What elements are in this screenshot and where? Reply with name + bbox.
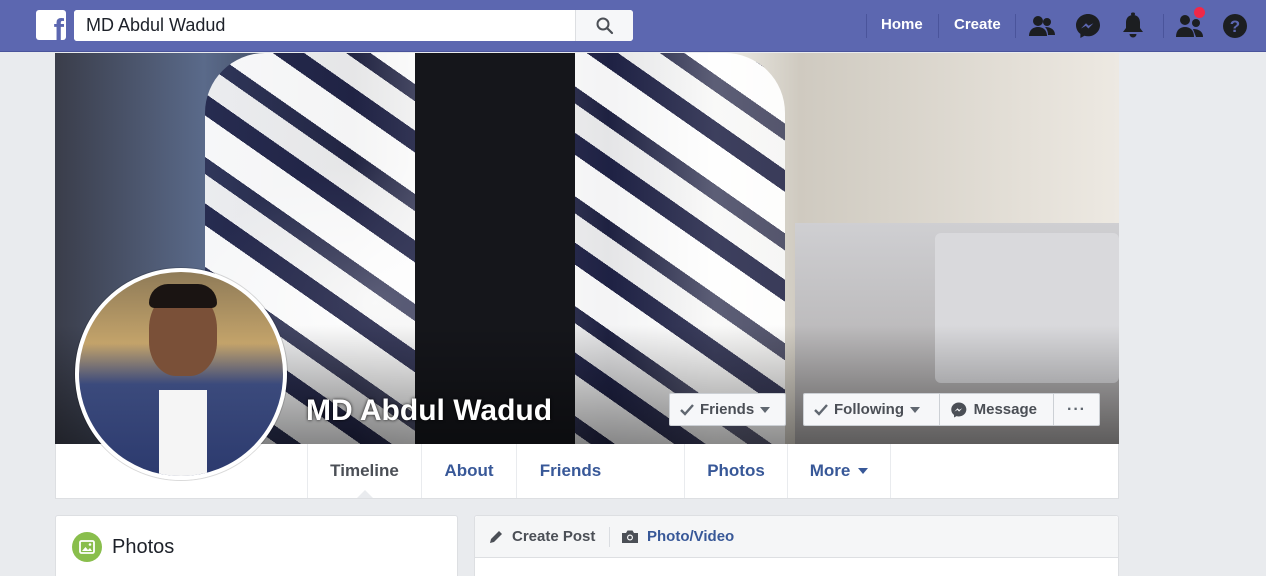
friends-icon[interactable] [1028, 12, 1056, 40]
profile-name[interactable]: MD Abdul Wadud [306, 394, 552, 428]
tab-about[interactable]: About [421, 444, 516, 498]
check-icon [680, 403, 694, 416]
tab-label: Timeline [330, 461, 399, 480]
tab-photos[interactable]: Photos [684, 444, 787, 498]
message-button-label: Message [973, 401, 1037, 418]
chevron-down-icon [760, 406, 771, 413]
following-button-label: Following [834, 401, 904, 418]
help-icon[interactable]: ? [1221, 12, 1249, 40]
create-post-card: Create Post Photo/Video [474, 515, 1119, 576]
photos-card-title[interactable]: Photos [112, 536, 174, 559]
more-dots-icon: ··· [1067, 400, 1086, 418]
tab-label: Photos [707, 461, 765, 480]
top-navigation-bar: f Home Create ? [0, 0, 1266, 52]
tab-label: About [444, 461, 494, 480]
create-post-header: Create Post Photo/Video [475, 516, 1118, 558]
pencil-icon [490, 530, 502, 543]
nav-create-link[interactable]: Create [954, 16, 1001, 33]
svg-text:?: ? [1230, 17, 1240, 36]
photos-icon [72, 532, 102, 562]
more-options-button[interactable]: ··· [1053, 393, 1100, 426]
tab-friends[interactable]: Friends [516, 444, 684, 498]
create-post-tab[interactable]: Create Post [488, 528, 595, 545]
camera-icon [622, 530, 638, 543]
facebook-logo[interactable]: f [36, 10, 66, 40]
notification-badge [1193, 6, 1206, 19]
chevron-down-icon [858, 468, 869, 474]
nav-divider [938, 14, 939, 38]
profile-picture-shirt [159, 390, 207, 476]
chevron-down-icon [909, 406, 920, 413]
profile-picture[interactable] [75, 268, 287, 480]
nav-divider [1163, 14, 1164, 38]
nav-divider [866, 14, 867, 38]
facebook-logo-letter: f [53, 12, 64, 40]
search-button[interactable] [575, 10, 633, 41]
check-icon [814, 403, 828, 416]
tab-timeline[interactable]: Timeline [307, 444, 421, 498]
nav-home-link[interactable]: Home [881, 16, 923, 33]
photos-card: Photos [55, 515, 458, 576]
create-post-label: Create Post [512, 528, 596, 545]
friends-button[interactable]: Friends [669, 393, 786, 426]
composer-divider [609, 527, 610, 547]
search-box [74, 10, 633, 41]
messenger-icon[interactable] [1074, 12, 1102, 40]
search-input[interactable] [74, 10, 575, 41]
tab-label: Friends [539, 461, 602, 480]
profile-picture-hair [149, 284, 217, 308]
message-button[interactable]: Message [939, 393, 1054, 426]
following-button[interactable]: Following [803, 393, 939, 426]
tab-more[interactable]: More [787, 444, 891, 498]
search-icon [596, 17, 613, 34]
photo-video-tab[interactable]: Photo/Video [621, 528, 734, 545]
tab-label: More [809, 461, 851, 480]
notifications-icon[interactable] [1119, 12, 1147, 40]
friends-button-label: Friends [700, 401, 755, 418]
photo-video-label: Photo/Video [647, 528, 735, 545]
messenger-icon [951, 401, 967, 418]
nav-divider [1015, 14, 1016, 38]
friend-requests-icon[interactable] [1176, 6, 1206, 40]
